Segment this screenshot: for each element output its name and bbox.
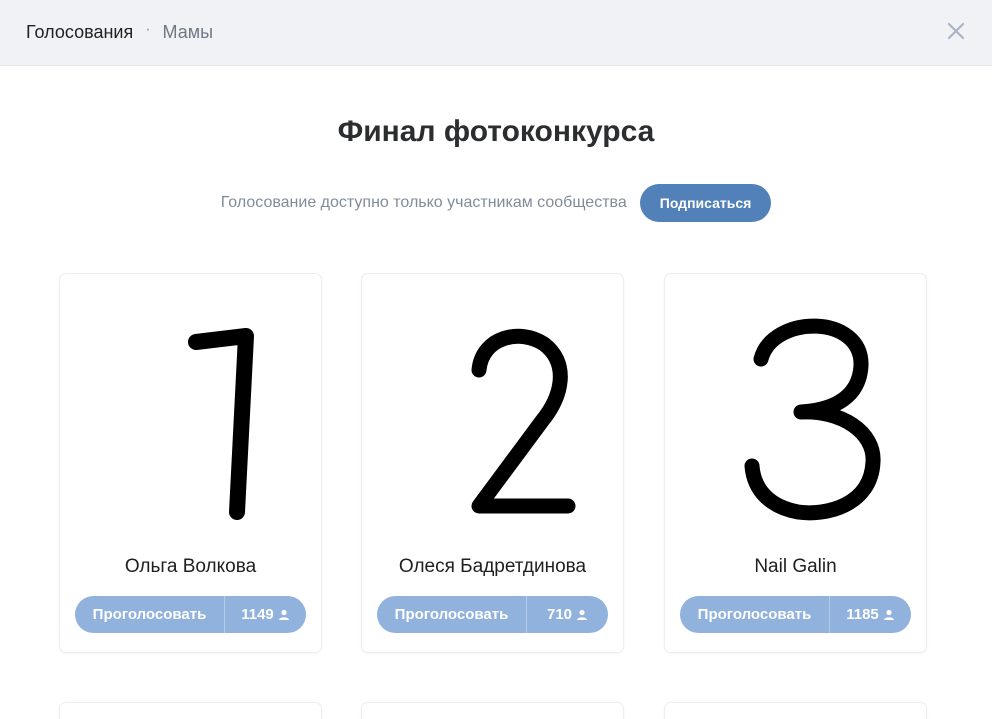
contestant-card: Ольга Волкова Проголосовать 1149 — [60, 274, 321, 652]
vote-control: Проголосовать 710 — [377, 596, 608, 633]
contestant-name: Олеся Бадретдинова — [398, 556, 587, 577]
vote-count[interactable]: 1149 — [225, 596, 306, 633]
contestant-name: Ольга Волкова — [124, 556, 257, 577]
contestant-photo[interactable] — [392, 294, 593, 534]
vote-count-value: 1149 — [241, 606, 274, 623]
contestant-photo[interactable] — [90, 294, 291, 534]
vote-count[interactable]: 710 — [527, 596, 608, 633]
notice-text: Голосование доступно только участникам с… — [220, 194, 627, 211]
contestant-card: Nail Galin Проголосовать 1185 — [665, 274, 926, 652]
close-icon[interactable] — [946, 21, 966, 41]
subscription-notice: Голосование доступно только участникам с… — [0, 184, 992, 222]
user-icon — [278, 609, 289, 620]
breadcrumb-polls[interactable]: Голосования — [26, 22, 133, 43]
vote-button[interactable]: Проголосовать — [680, 596, 830, 633]
vote-count[interactable]: 1185 — [830, 596, 911, 633]
contestant-card-partial[interactable] — [665, 703, 926, 719]
contestant-card-partial[interactable] — [60, 703, 321, 719]
breadcrumb-separator: · — [145, 20, 151, 38]
contestant-card-partial[interactable] — [362, 703, 623, 719]
vote-button[interactable]: Проголосовать — [75, 596, 225, 633]
modal-header: Голосования · Мамы — [0, 0, 992, 66]
vote-count-value: 1185 — [846, 606, 879, 623]
vote-control: Проголосовать 1185 — [680, 596, 911, 633]
vote-count-value: 710 — [546, 606, 573, 623]
contestant-card: Олеся Бадретдинова Проголосовать 710 — [362, 274, 623, 652]
contestant-name: Nail Galin — [754, 556, 837, 577]
subscribe-button[interactable]: Подписаться — [639, 184, 772, 222]
vote-control: Проголосовать 1149 — [75, 596, 306, 633]
user-icon — [577, 609, 588, 620]
page-title: Финал фотоконкурса — [337, 115, 655, 148]
vote-button[interactable]: Проголосовать — [377, 596, 527, 633]
contestant-photo[interactable] — [695, 294, 896, 534]
breadcrumb-current: Мамы — [162, 22, 214, 42]
user-icon — [883, 609, 894, 620]
